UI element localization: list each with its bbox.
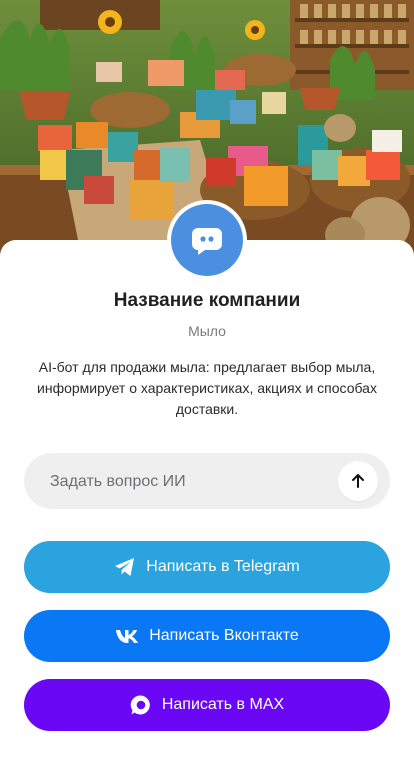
vk-button[interactable]: Написать Вконтакте bbox=[24, 610, 390, 662]
telegram-button[interactable]: Написать в Telegram bbox=[24, 541, 390, 593]
company-name: Название компании bbox=[113, 290, 301, 311]
max-icon bbox=[130, 694, 152, 716]
vk-button-label: Написать Вконтакте bbox=[149, 627, 299, 644]
max-button[interactable]: Написать в MAX bbox=[24, 679, 390, 731]
telegram-icon bbox=[114, 557, 136, 577]
vk-icon bbox=[115, 628, 139, 644]
company-description: AI-бот для продажи мыла: предлагает выбо… bbox=[37, 359, 377, 417]
chat-bubble-icon bbox=[192, 228, 222, 255]
max-button-label: Написать в MAX bbox=[161, 696, 285, 713]
telegram-button-label: Написать в Telegram bbox=[146, 558, 300, 575]
send-button[interactable] bbox=[338, 461, 378, 501]
ask-ai-input[interactable] bbox=[48, 453, 352, 511]
company-category: Мыло bbox=[188, 323, 226, 339]
company-avatar bbox=[167, 200, 247, 280]
ask-ai-field bbox=[24, 453, 390, 511]
arrow-up-icon bbox=[352, 474, 364, 488]
avatar-circle bbox=[171, 204, 243, 276]
